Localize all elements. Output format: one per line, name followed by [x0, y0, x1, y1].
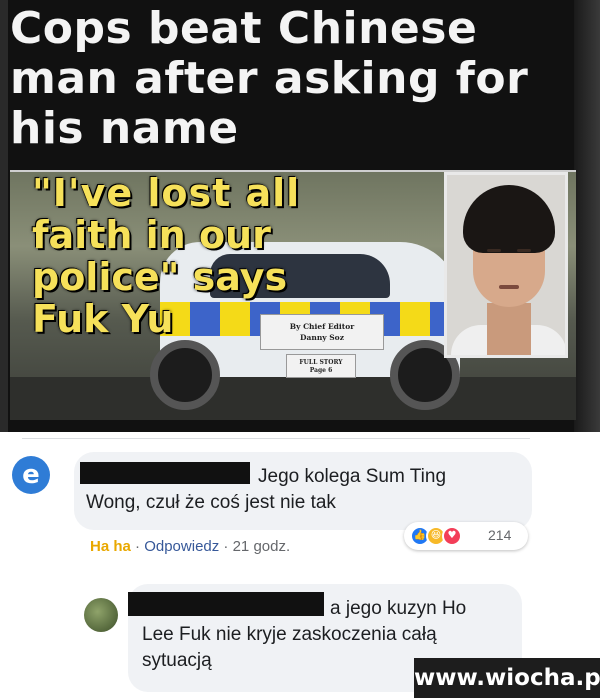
headline-line: his name: [10, 103, 239, 154]
watermark: www.wiocha.pl: [414, 658, 600, 698]
redacted-username: [80, 462, 250, 484]
headline: Cops beat Chinese man after asking for h…: [10, 4, 576, 154]
divider: [22, 438, 530, 439]
frame-edge: [0, 0, 8, 432]
byline-author: Danny Soz: [300, 333, 344, 342]
photo-scene: "I've lost all faith in our police" says…: [10, 172, 576, 420]
avatar[interactable]: [84, 598, 118, 632]
road: [10, 377, 576, 420]
app-logo-avatar-icon: e: [22, 460, 40, 490]
timestamp[interactable]: 21 godz.: [233, 538, 291, 555]
headline-line: Cops beat Chinese: [10, 3, 478, 54]
redacted-username: [128, 592, 324, 616]
quote-line: "I've lost all: [32, 172, 301, 215]
full-story-box: FULL STORY Page 6: [286, 354, 356, 378]
portrait-hair: [463, 185, 555, 253]
comment-section: e Jego kolega Sum Ting Wong, czuł że coś…: [0, 432, 600, 698]
avatar[interactable]: e: [12, 456, 50, 494]
reply-link[interactable]: Odpowiedz: [144, 538, 219, 555]
reaction-count: 214: [488, 527, 512, 543]
love-reaction-icon: ♥: [442, 526, 462, 546]
full-story-label: FULL STORY: [299, 359, 343, 366]
haha-action[interactable]: Ha ha: [90, 538, 131, 555]
byline-box: By Chief Editor Danny Soz: [260, 314, 384, 350]
portrait-mouth: [499, 285, 519, 289]
car-wheel: [150, 340, 220, 410]
quote-line: faith in our: [32, 213, 271, 257]
headline-line: man after asking for: [10, 53, 529, 104]
portrait-photo: [444, 172, 568, 358]
portrait-neck: [487, 303, 531, 355]
portrait-eye: [517, 249, 531, 252]
reaction-summary[interactable]: 👍 😆 ♥ 214: [404, 522, 528, 550]
portrait-eye: [487, 249, 501, 252]
separator: ·: [130, 538, 145, 555]
separator: ·: [219, 538, 233, 555]
quote-line: police" says: [32, 255, 288, 299]
byline-role: By Chief Editor: [289, 322, 355, 331]
full-story-page: Page 6: [309, 367, 333, 374]
frame-edge-right: [574, 0, 600, 432]
comment-actions: Ha ha · Odpowiedz · 21 godz.: [90, 538, 290, 555]
news-photo: Cops beat Chinese man after asking for h…: [0, 0, 600, 432]
